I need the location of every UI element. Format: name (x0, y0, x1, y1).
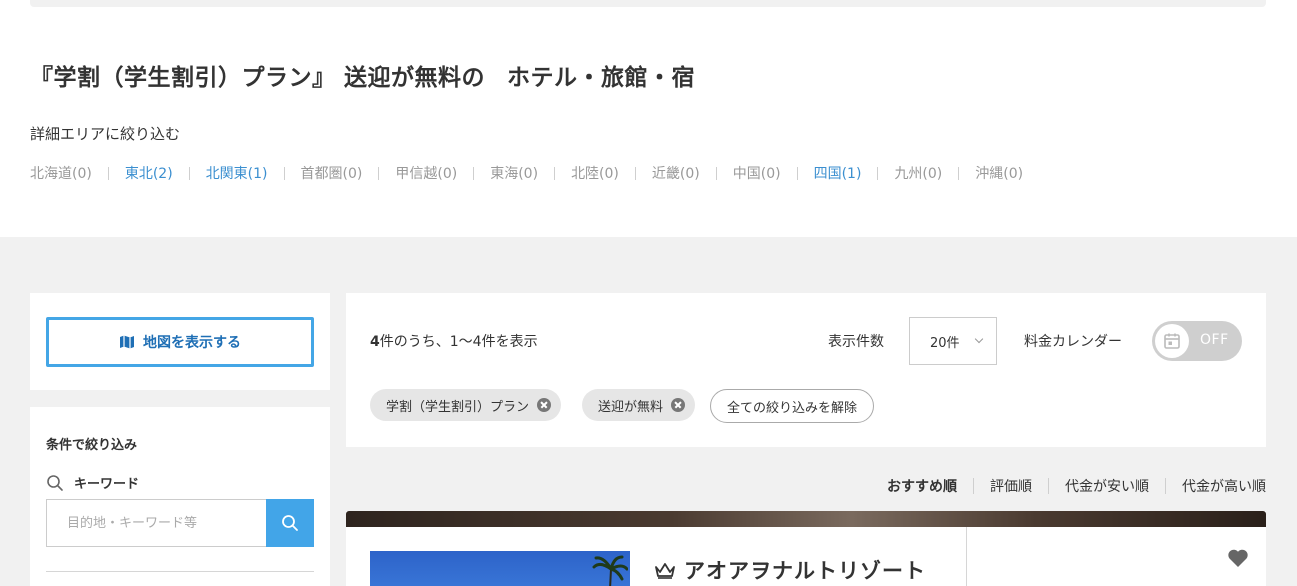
filter-card: 条件で絞り込み キーワード (30, 407, 330, 586)
sort-option[interactable]: 評価順 (990, 476, 1032, 496)
area-filter-item: 北海道(0) (30, 166, 92, 182)
top-bar (30, 0, 1266, 7)
close-icon[interactable] (537, 398, 552, 412)
chip-label: 学割（学生割引）プラン (386, 399, 530, 415)
sort-separator (1048, 478, 1049, 494)
hotel-card-divider (966, 527, 967, 586)
keyword-input[interactable] (46, 499, 266, 547)
area-filter-item: 首都圏(0) (300, 166, 363, 182)
area-separator (107, 166, 109, 180)
sort-separator (1165, 478, 1166, 494)
calendar-label: 料金カレンダー (1024, 334, 1122, 350)
area-filter-item[interactable]: 東北(2) (125, 163, 173, 183)
per-page-select[interactable]: 20件 (909, 317, 997, 365)
sort-separator (973, 478, 974, 494)
hotel-card[interactable]: アオアヲナルトリゾート (346, 511, 1266, 586)
page-title-conditions: 『学割（学生割引）プラン』 送迎が無料の (30, 65, 486, 91)
result-count: 4件のうち、1〜4件を表示 (370, 331, 538, 351)
area-separator (958, 166, 960, 180)
sort-bar: おすすめ順 評価順 代金が安い順 代金が高い順 (887, 476, 1266, 496)
area-separator (473, 166, 475, 180)
area-separator (378, 166, 380, 180)
hotel-name-text: アオアヲナルトリゾート (684, 559, 926, 583)
area-filter-heading: 詳細エリアに絞り込む (30, 125, 181, 143)
show-map-label: 地図を表示する (143, 335, 241, 351)
search-icon (282, 515, 298, 531)
active-filter-chip[interactable]: 学割（学生割引）プラン (370, 389, 562, 421)
area-separator (283, 166, 285, 180)
heart-icon[interactable] (1227, 548, 1249, 568)
sort-option[interactable]: 代金が高い順 (1182, 476, 1266, 496)
area-separator (715, 166, 717, 180)
filter-title: 条件で絞り込み (46, 438, 138, 453)
calendar-icon (1164, 333, 1180, 349)
area-filter-item: 中国(0) (732, 166, 781, 182)
area-filter-list: 北海道(0) 東北(2) 北関東(1) 首都圏(0) 甲信越(0) 東海(0) 北陸(0) 近… (30, 163, 1023, 183)
page-title: 『学割（学生割引）プラン』 送迎が無料の ホテル・旅館・宿 (30, 58, 695, 92)
keyword-label-text: キーワード (74, 477, 140, 492)
page-title-category: ホテル・旅館・宿 (507, 65, 696, 91)
hotel-name[interactable]: アオアヲナルトリゾート (654, 555, 926, 585)
keyword-label: キーワード (46, 473, 139, 492)
area-filter-item: 甲信越(0) (395, 166, 458, 182)
per-page-label: 表示件数 (828, 334, 884, 350)
area-filter-item: 九州(0) (894, 166, 943, 182)
area-filter-item: 北陸(0) (571, 166, 619, 182)
area-separator (188, 166, 190, 180)
close-icon[interactable] (671, 398, 686, 412)
hotel-photo[interactable] (370, 551, 630, 586)
search-icon (47, 474, 63, 491)
keyword-search-button[interactable] (266, 499, 314, 547)
area-separator (877, 166, 879, 180)
area-filter-item: 近畿(0) (651, 166, 700, 182)
map-icon (120, 335, 134, 349)
filter-divider (46, 571, 314, 572)
results-header-card: 4件のうち、1〜4件を表示 表示件数 20件 料金カレンダー OFF 学割（学生… (346, 293, 1266, 447)
area-filter-item[interactable]: 北関東(1) (206, 163, 268, 183)
area-filter-item: 沖縄(0) (975, 166, 1024, 182)
area-separator (634, 166, 636, 180)
map-card: 地図を表示する (30, 293, 330, 390)
chevron-down-icon (974, 334, 984, 344)
per-page-value: 20件 (930, 335, 960, 351)
area-separator (554, 166, 556, 180)
area-separator (796, 166, 798, 180)
clear-all-filters-button[interactable]: 全ての絞り込みを解除 (710, 389, 875, 423)
area-filter-item: 東海(0) (490, 166, 539, 182)
show-map-button[interactable]: 地図を表示する (46, 317, 314, 367)
calendar-toggle[interactable]: OFF (1152, 321, 1242, 361)
crown-icon (655, 563, 675, 579)
result-count-total: 4 (370, 334, 380, 350)
toggle-state-text: OFF (1200, 332, 1229, 348)
sort-option[interactable]: おすすめ順 (887, 476, 957, 496)
chip-label: 送迎が無料 (598, 399, 664, 415)
toggle-knob (1155, 324, 1189, 358)
result-count-suffix: 件のうち、1〜4件を表示 (379, 334, 538, 350)
palm-tree-image (592, 555, 628, 586)
hotel-card-header-band (346, 511, 1266, 527)
area-filter-item[interactable]: 四国(1) (814, 163, 862, 183)
active-filter-chip[interactable]: 送迎が無料 (582, 389, 696, 421)
sort-option[interactable]: 代金が安い順 (1065, 476, 1149, 496)
